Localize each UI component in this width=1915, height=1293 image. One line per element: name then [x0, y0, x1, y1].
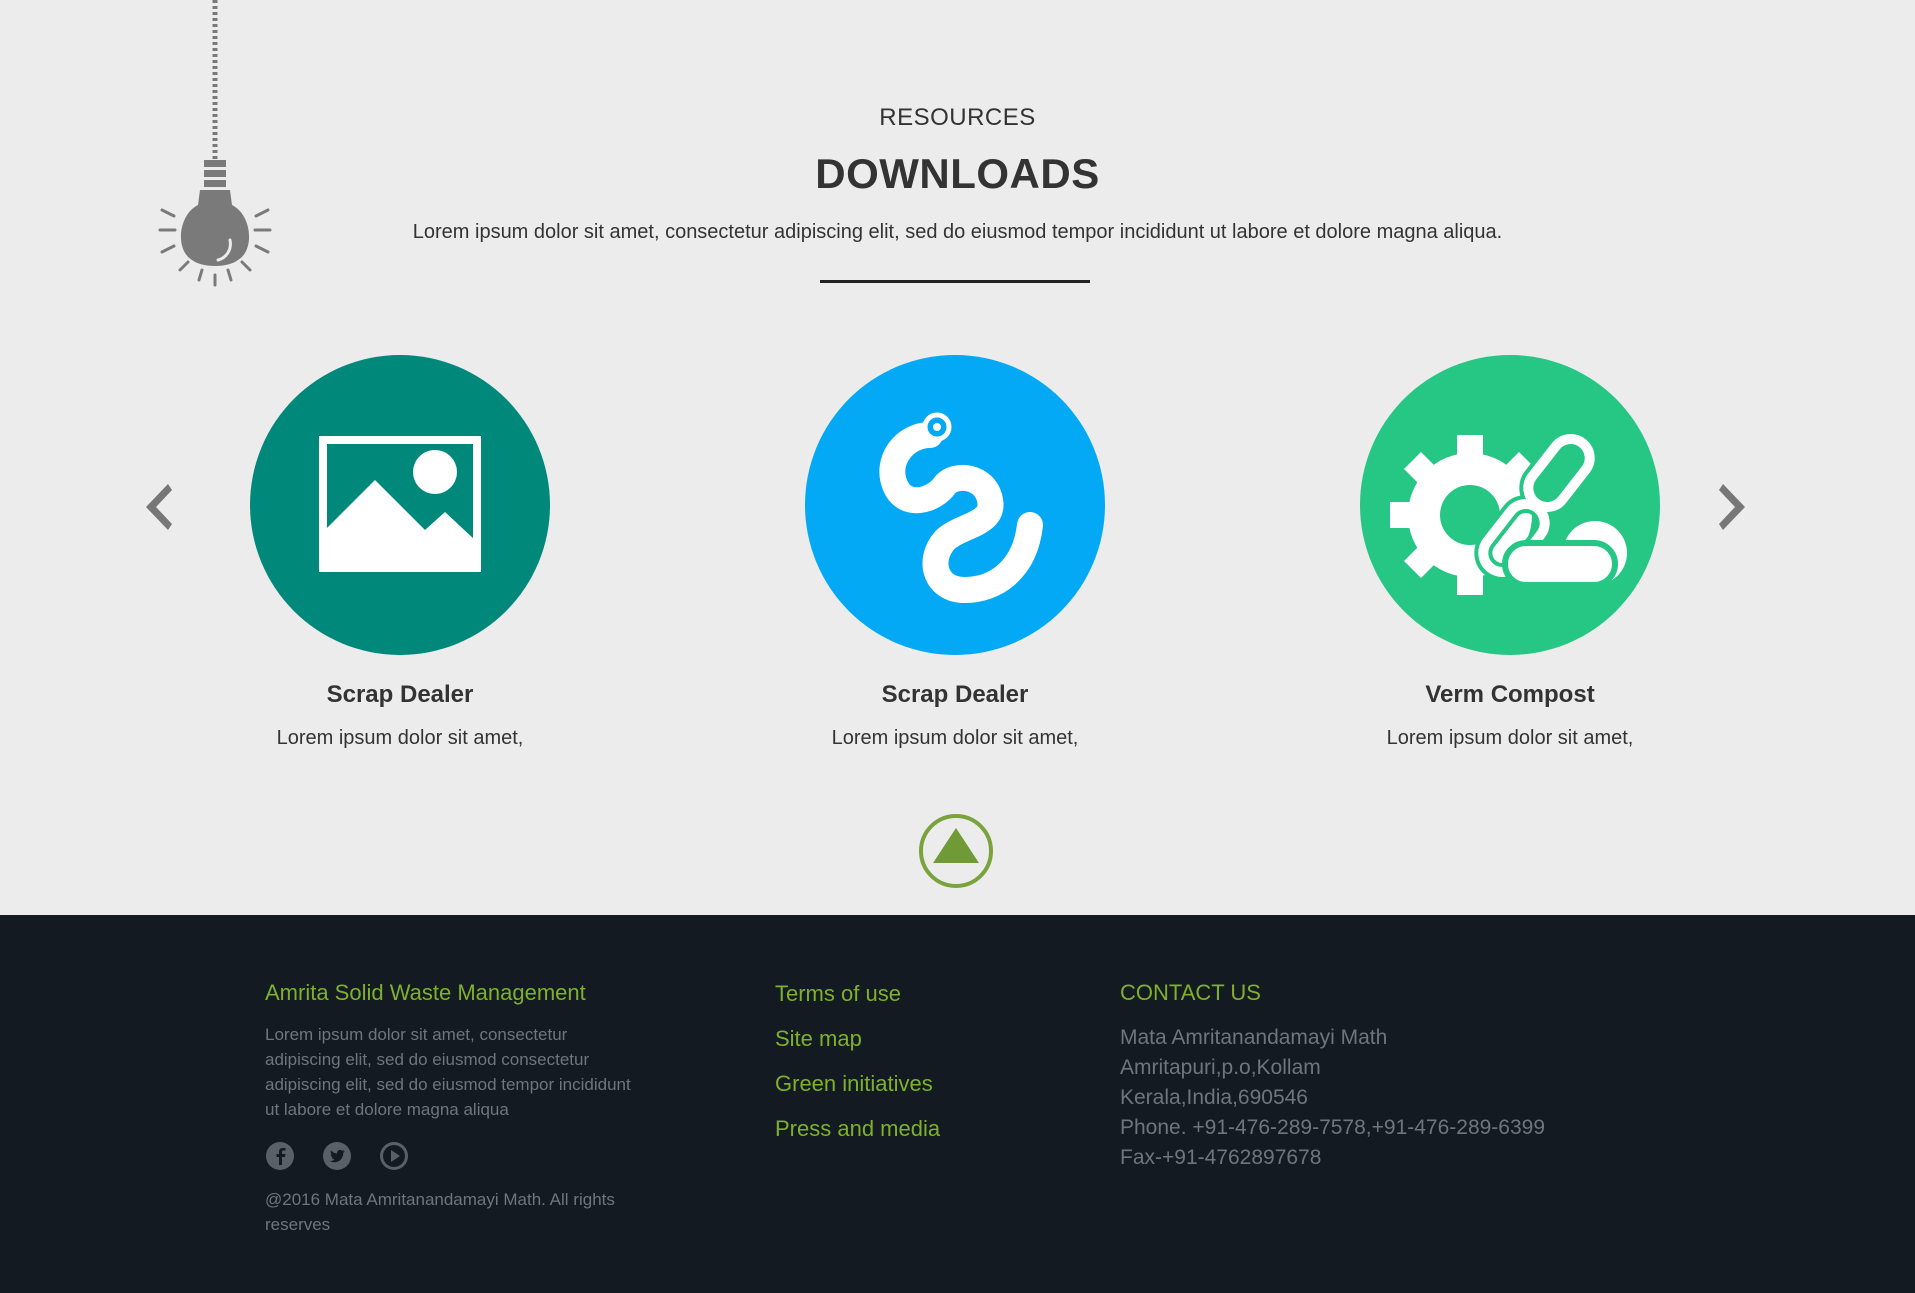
card-description: Lorem ipsum dolor sit amet, — [1386, 727, 1634, 749]
scroll-top-button[interactable] — [916, 811, 996, 891]
card-icon-circle — [250, 355, 550, 655]
copyright: @2016 Mata Amritanandamayi Math. All rig… — [265, 1190, 615, 1234]
contact-line: Amritapuri,p.o,Kollam — [1120, 1056, 1321, 1079]
gear-chain-icon — [1390, 430, 1627, 595]
chevron-right-icon[interactable] — [1713, 480, 1753, 534]
download-card[interactable]: Scrap Dealer Lorem ipsum dolor sit amet, — [250, 355, 550, 750]
sitemap-link[interactable]: Site map — [775, 1025, 940, 1053]
contact-heading: CONTACT US — [1120, 980, 1261, 1005]
card-title: Scrap Dealer — [881, 681, 1029, 708]
section-title: DOWNLOADS — [815, 150, 1100, 197]
contact-details: Mata Amritanandamayi Math Amritapuri,p.o… — [1120, 1023, 1545, 1173]
card-title: Scrap Dealer — [326, 681, 474, 708]
contact-phone: Phone. +91-476-289-7578,+91-476-289-6399 — [1120, 1116, 1546, 1139]
card-description: Lorem ipsum dolor sit amet, — [831, 727, 1079, 749]
card-title: Verm Compost — [1425, 681, 1595, 708]
contact-line: Kerala,India,690546 — [1120, 1086, 1308, 1109]
press-media-link[interactable]: Press and media — [775, 1115, 940, 1143]
footer-links: Terms of use Site map Green initiatives … — [775, 980, 940, 1160]
footer: Amrita Solid Waste Management Lorem ipsu… — [0, 915, 1915, 1293]
social-links — [265, 1141, 409, 1171]
green-initiatives-link[interactable]: Green initiatives — [775, 1070, 940, 1098]
download-card[interactable]: Verm Compost Lorem ipsum dolor sit amet, — [1360, 355, 1660, 750]
section-divider — [820, 280, 1090, 283]
card-icon-circle — [1360, 355, 1660, 655]
twitter-icon[interactable] — [322, 1141, 352, 1171]
section-eyebrow: RESOURCES — [879, 104, 1036, 131]
worm-icon — [879, 412, 1043, 604]
section-subtitle: Lorem ipsum dolor sit amet, consectetur … — [412, 221, 1503, 243]
download-card[interactable]: Scrap Dealer Lorem ipsum dolor sit amet, — [805, 355, 1105, 750]
card-description: Lorem ipsum dolor sit amet, — [276, 727, 524, 749]
youtube-icon[interactable] — [379, 1141, 409, 1171]
footer-about-text: Lorem ipsum dolor sit amet, consectetur … — [265, 1025, 631, 1119]
chevron-left-icon[interactable] — [138, 480, 178, 534]
terms-link[interactable]: Terms of use — [775, 980, 940, 1008]
image-icon — [319, 436, 481, 572]
contact-fax: Fax-+91-4762897678 — [1120, 1146, 1322, 1169]
contact-line: Mata Amritanandamayi Math — [1120, 1026, 1388, 1049]
facebook-icon[interactable] — [265, 1141, 295, 1171]
card-icon-circle — [805, 355, 1105, 655]
footer-brand: Amrita Solid Waste Management — [265, 980, 586, 1005]
